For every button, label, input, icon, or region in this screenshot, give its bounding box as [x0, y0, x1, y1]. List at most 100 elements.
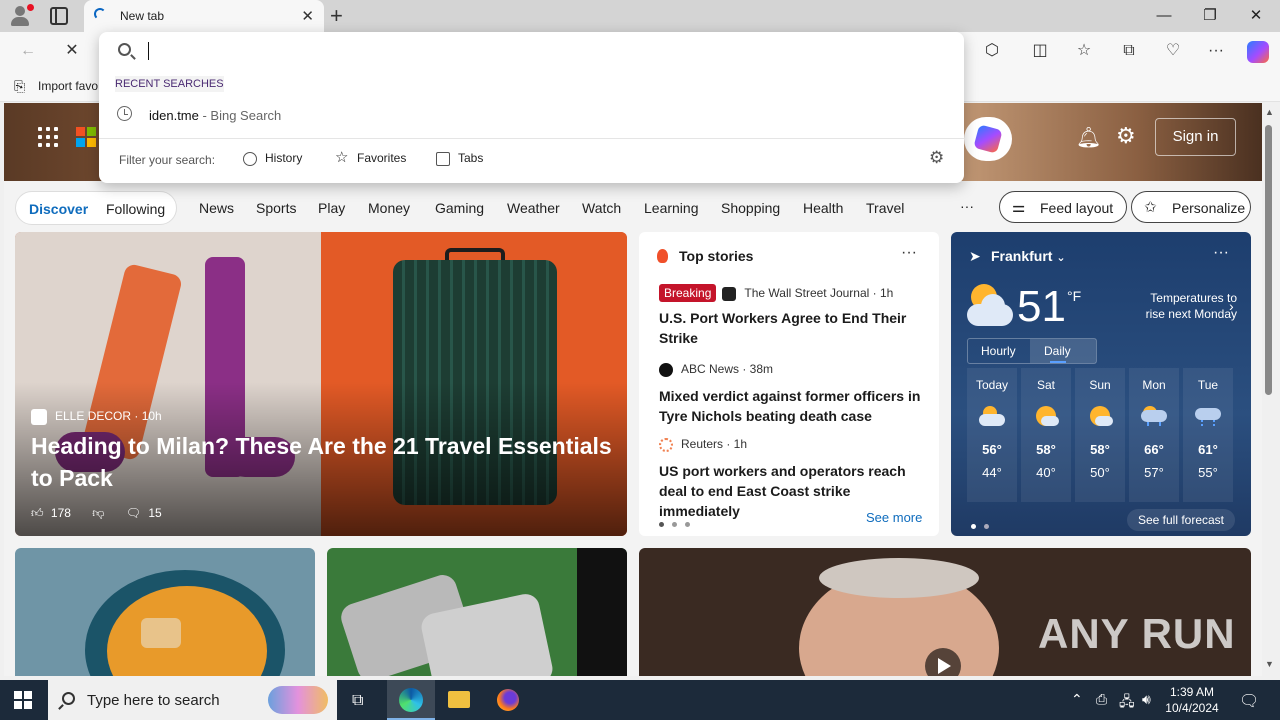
like-count: 178 [50, 506, 71, 520]
story-headline[interactable]: Heading to Milan? These Are the 21 Trave… [31, 430, 621, 494]
story-headline[interactable]: Mixed verdict against former officers in… [659, 386, 929, 426]
page-scrollbar[interactable]: ▲ ▼ [1262, 103, 1276, 676]
minimize-button[interactable]: — [1141, 0, 1187, 32]
story-item[interactable]: Breaking The Wall Street Journal · 1h U.S… [659, 284, 929, 348]
forecast-day[interactable]: Tue 61° 55° [1183, 368, 1233, 502]
show-hidden-icons-icon[interactable]: ⌃ [1071, 691, 1083, 708]
profile-icon[interactable] [8, 4, 34, 28]
recent-searches-label: RECENT SEARCHES [115, 76, 224, 92]
like-icon[interactable]: 👍︎ [31, 506, 44, 520]
collections-icon[interactable]: ⧉ [1119, 41, 1139, 61]
anyrun-watermark: ANY RUN [1038, 610, 1236, 657]
address-bar-dropdown: RECENT SEARCHES iden.tme - Bing Search F… [99, 32, 964, 183]
nav-watch[interactable]: Watch [582, 200, 621, 216]
forecast-day[interactable]: Sat 58° 40° [1021, 368, 1071, 502]
clock-date: 10/4/2024 [1165, 701, 1219, 715]
notification-center-icon[interactable]: 🗨︎ [1239, 691, 1259, 711]
personalize-button[interactable]: ✩ Personalize [1131, 191, 1251, 223]
new-tab-button[interactable]: + [330, 3, 343, 29]
browser-essentials-icon[interactable]: ♡ [1163, 41, 1183, 61]
search-settings-icon[interactable]: ⚙ [929, 148, 944, 168]
settings-gear-icon[interactable]: ⚙ [1116, 123, 1136, 149]
card-more-icon[interactable]: ··· [1213, 244, 1229, 262]
nav-weather[interactable]: Weather [507, 200, 560, 216]
golf-clubs-story-card[interactable] [327, 548, 627, 676]
favorites-filter-chip[interactable]: ☆ Favorites [335, 148, 406, 166]
address-input[interactable] [148, 42, 149, 60]
volume-icon[interactable]: 🔊︎ [1142, 691, 1151, 708]
nav-gaming[interactable]: Gaming [435, 200, 484, 216]
copilot-icon[interactable] [1247, 41, 1269, 63]
wsj-logo [722, 286, 737, 301]
see-more-link[interactable]: See more [866, 510, 922, 525]
story-item[interactable]: Reuters · 1h US port workers and operato… [659, 437, 929, 521]
forecast-day[interactable]: Mon 66° 57° [1129, 368, 1179, 502]
tab-actions-icon[interactable] [50, 7, 68, 25]
dislike-icon[interactable]: 👎︎ [92, 506, 104, 520]
network-icon[interactable]: 🖧︎ [1119, 691, 1135, 715]
split-screen-icon[interactable]: ◫ [1030, 41, 1050, 61]
tab-daily[interactable]: Daily [1044, 344, 1071, 358]
tab-hourly[interactable]: Hourly [981, 344, 1016, 358]
close-tab-icon[interactable]: ✕ [301, 7, 314, 25]
feed-layout-button[interactable]: ⚌ Feed layout [999, 191, 1127, 223]
windows-start-icon[interactable] [14, 691, 32, 709]
star-icon: ☆ [335, 148, 349, 166]
task-view-icon[interactable]: ⧉ [337, 680, 385, 720]
scroll-down-icon[interactable]: ▼ [1265, 659, 1274, 669]
system-clock[interactable]: 1:39 AM 10/4/2024 [1162, 684, 1222, 716]
tab-following[interactable]: Following [106, 201, 165, 217]
firefox-icon[interactable] [484, 680, 532, 720]
flame-icon [657, 249, 668, 263]
tabs-filter-chip[interactable]: Tabs [436, 151, 483, 166]
soup-story-card[interactable] [15, 548, 315, 676]
apps-launcher-icon[interactable] [38, 127, 58, 147]
favorites-icon[interactable]: ☆ [1074, 41, 1094, 61]
forecast-day[interactable]: Sun 58° 50° [1075, 368, 1125, 502]
nav-sports[interactable]: Sports [256, 200, 296, 216]
card-more-icon[interactable]: ··· [901, 244, 917, 262]
device-icon[interactable]: ⎙ [1096, 691, 1107, 708]
story-item[interactable]: ABC News · 38m Mixed verdict against for… [659, 362, 929, 426]
nav-health[interactable]: Health [803, 200, 843, 216]
filter-label: Filter your search: [119, 153, 216, 167]
weather-city[interactable]: Frankfurt ⌄ [991, 248, 1066, 264]
restore-button[interactable]: ❐ [1187, 0, 1233, 32]
forecast-day[interactable]: Today 56° 44° [967, 368, 1017, 502]
nav-learning[interactable]: Learning [644, 200, 699, 216]
taskbar-search-box[interactable]: Type here to search [48, 680, 337, 720]
nav-play[interactable]: Play [318, 200, 345, 216]
extensions-icon[interactable]: ⬡ [982, 41, 1002, 61]
copilot-button[interactable] [964, 117, 1012, 161]
see-full-forecast-link[interactable]: See full forecast [1127, 509, 1235, 531]
microsoft-logo[interactable] [76, 127, 96, 147]
stop-icon[interactable]: ✕ [62, 41, 82, 61]
back-icon[interactable]: ← [18, 41, 38, 61]
nav-travel[interactable]: Travel [866, 200, 904, 216]
more-menu-icon[interactable]: ··· [1206, 41, 1226, 61]
chevron-right-icon[interactable]: › [1229, 298, 1234, 314]
nav-shopping[interactable]: Shopping [721, 200, 780, 216]
notifications-icon[interactable]: 🔔︎ [1076, 125, 1101, 150]
scroll-up-icon[interactable]: ▲ [1265, 107, 1274, 117]
temperature-unit[interactable]: °F [1067, 288, 1081, 304]
nav-more-icon[interactable]: ··· [960, 198, 974, 214]
tab-discover[interactable]: Discover [29, 201, 88, 217]
suggestion-row[interactable]: iden.tme - Bing Search [113, 102, 953, 130]
nav-news[interactable]: News [199, 200, 234, 216]
import-favorites-link[interactable]: Import favo [38, 79, 98, 93]
file-explorer-icon[interactable] [435, 680, 483, 720]
story-reactions: 👍︎ 178 👎︎ 🗨︎ 15 [31, 506, 162, 521]
main-story-card[interactable]: ELLE DECOR · 10h Heading to Milan? These… [15, 232, 627, 536]
comment-icon[interactable]: 🗨︎ [126, 506, 141, 520]
story-headline[interactable]: U.S. Port Workers Agree to End Their Str… [659, 308, 929, 348]
scrollbar-thumb[interactable] [1265, 125, 1272, 395]
nav-money[interactable]: Money [368, 200, 410, 216]
edge-taskbar-icon[interactable] [387, 680, 435, 720]
browser-tab[interactable]: New tab ✕ [84, 0, 324, 32]
close-window-button[interactable]: ✕ [1233, 0, 1279, 32]
weather-alert[interactable]: Temperatures to rise next Monday [1129, 290, 1237, 322]
sign-in-button[interactable]: Sign in [1155, 118, 1236, 156]
daily-forecast: Today 56° 44° Sat 58° 40° Sun 58° 50° Mo… [967, 368, 1235, 502]
history-filter-chip[interactable]: History [243, 151, 302, 166]
